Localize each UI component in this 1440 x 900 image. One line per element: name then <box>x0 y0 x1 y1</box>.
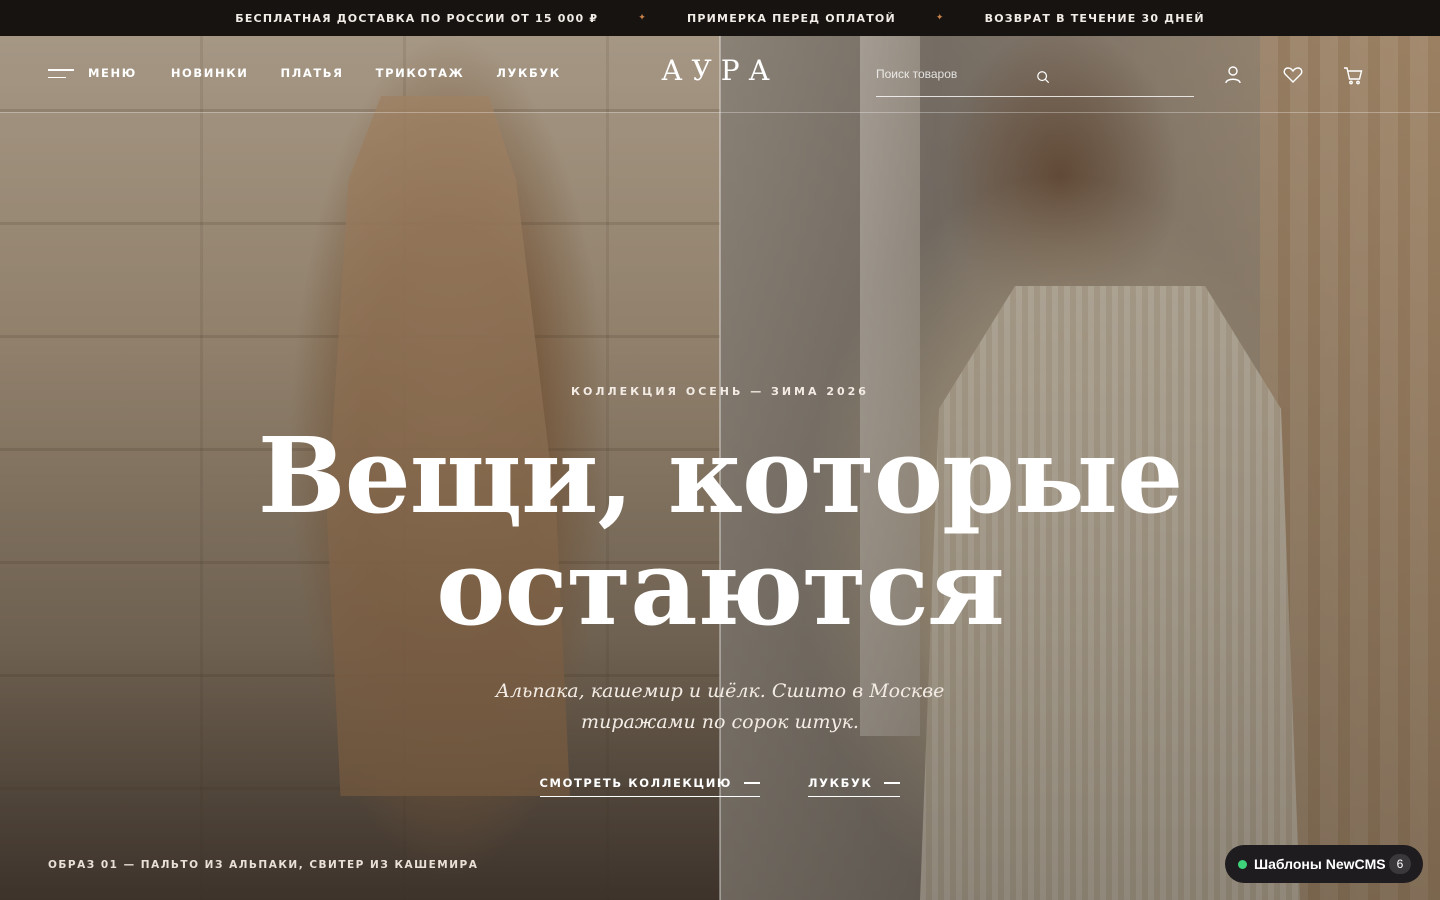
lookbook-label: ЛУКБУК <box>808 776 873 790</box>
view-collection-button[interactable]: СМОТРЕТЬ КОЛЛЕКЦИЮ <box>539 776 761 797</box>
announcement-item-fitting: ПРИМЕРКА ПЕРЕД ОПЛАТОЙ <box>686 11 896 25</box>
announcement-item-returns: ВОЗВРАТ В ТЕЧЕНИЕ 30 ДНЕЙ <box>984 11 1205 25</box>
heart-icon[interactable] <box>1282 64 1304 86</box>
announcement-item-shipping: БЕСПЛАТНАЯ ДОСТАВКА ПО РОССИИ ОТ 15 000 … <box>235 11 599 25</box>
nav-item-knitwear[interactable]: ТРИКОТАЖ <box>376 66 465 80</box>
user-icon[interactable] <box>1222 64 1244 86</box>
hero-caption: ОБРАЗ 01 — ПАЛЬТО ИЗ АЛЬПАКИ, СВИТЕР ИЗ … <box>48 859 479 871</box>
badge-count: 6 <box>1389 854 1411 874</box>
hero-headline: Вещи, которые остаются <box>0 420 1440 644</box>
site-logo[interactable]: АУРА <box>620 54 820 87</box>
nav-item-lookbook[interactable]: ЛУКБУК <box>496 66 560 80</box>
hero-cta-group: СМОТРЕТЬ КОЛЛЕКЦИЮ ЛУКБУК <box>0 776 1440 797</box>
hero-subtitle: Альпака, кашемир и шёлк. Сшито в Москве … <box>470 676 970 738</box>
newcms-templates-badge[interactable]: Шаблоны NewCMS 6 <box>1225 845 1423 883</box>
announcement-bar: БЕСПЛАТНАЯ ДОСТАВКА ПО РОССИИ ОТ 15 000 … <box>0 0 1440 36</box>
lookbook-button[interactable]: ЛУКБУК <box>808 776 901 797</box>
nav-item-new[interactable]: НОВИНКИ <box>171 66 249 80</box>
star-separator-icon: ✦ <box>638 13 647 23</box>
nav-menu[interactable]: МЕНЮ <box>88 66 137 80</box>
status-dot-icon <box>1238 859 1247 869</box>
hero-subtitle-line-2: тиражами по сорок штук. <box>581 711 859 733</box>
badge-label: Шаблоны NewCMS <box>1254 856 1386 872</box>
hero-eyebrow: КОЛЛЕКЦИЯ ОСЕНЬ — ЗИМА 2026 <box>571 385 869 398</box>
cart-icon[interactable] <box>1342 64 1364 86</box>
dash-arrow-icon <box>884 782 901 784</box>
hero-subtitle-line-1: Альпака, кашемир и шёлк. Сшито в Москве <box>495 680 945 702</box>
view-collection-label: СМОТРЕТЬ КОЛЛЕКЦИЮ <box>539 776 733 790</box>
main-nav: МЕНЮ НОВИНКИ ПЛАТЬЯ ТРИКОТАЖ ЛУКБУК <box>88 66 561 80</box>
search-box <box>876 60 1194 97</box>
dash-arrow-icon <box>744 782 761 784</box>
search-input[interactable] <box>876 60 1156 88</box>
site-header: МЕНЮ НОВИНКИ ПЛАТЬЯ ТРИКОТАЖ ЛУКБУК АУРА <box>0 36 1440 113</box>
star-separator-icon: ✦ <box>935 13 945 23</box>
hero-headline-line-2: остаются <box>436 526 1005 649</box>
burger-menu-icon[interactable] <box>48 69 74 81</box>
hero-headline-line-1: Вещи, которые <box>257 414 1184 537</box>
nav-item-dresses[interactable]: ПЛАТЬЯ <box>280 66 343 80</box>
search-icon[interactable] <box>1036 70 1050 84</box>
